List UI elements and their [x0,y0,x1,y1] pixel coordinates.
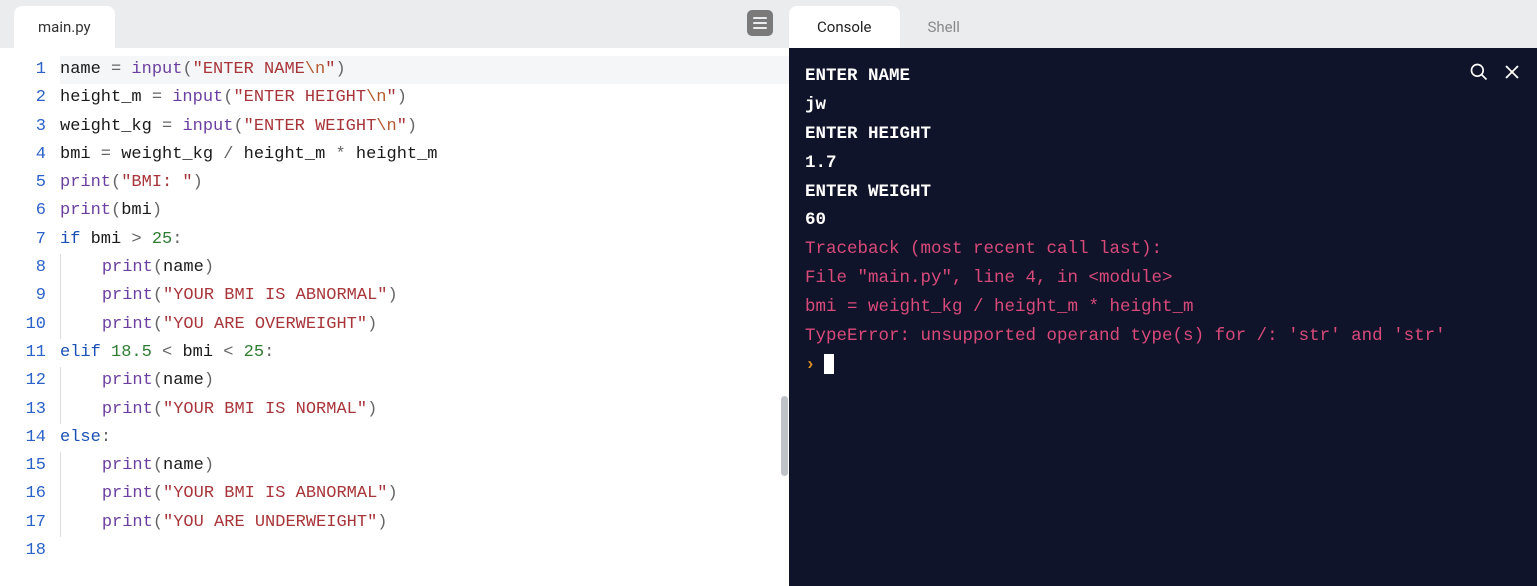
line-number: 9 [8,282,46,310]
line-number: 17 [8,509,46,537]
close-icon[interactable] [1503,63,1521,92]
console-line: jw [805,91,1521,120]
tab-console[interactable]: Console [789,6,900,48]
code-line[interactable]: elif 18.5 < bmi < 25: [60,339,789,367]
code-line[interactable]: print("YOUR BMI IS NORMAL") [60,396,789,424]
code-editor[interactable]: 123456789101112131415161718 name = input… [0,48,789,586]
code-line[interactable]: print(name) [60,367,789,395]
scrollbar-thumb[interactable] [781,396,788,476]
cursor [824,354,834,374]
line-number: 12 [8,367,46,395]
code-line[interactable]: else: [60,424,789,452]
line-number: 11 [8,339,46,367]
line-number: 14 [8,424,46,452]
console-line: 1.7 [805,149,1521,178]
console-prompt[interactable]: › [805,351,1521,380]
code-content[interactable]: name = input("ENTER NAME\n")height_m = i… [60,48,789,586]
line-number: 3 [8,113,46,141]
file-tab-main[interactable]: main.py [14,6,115,48]
line-number: 18 [8,537,46,565]
search-icon[interactable] [1469,62,1489,93]
line-number: 2 [8,84,46,112]
editor-panel: main.py 123456789101112131415161718 name… [0,0,789,586]
code-line[interactable]: if bmi > 25: [60,226,789,254]
menu-icon[interactable] [747,10,773,36]
code-line[interactable]: print("BMI: ") [60,169,789,197]
console-line: File "main.py", line 4, in <module> [805,264,1521,293]
output-panel: Console Shell ENTER NAMEjwENTER HEIGHT1.… [789,0,1537,586]
line-number: 7 [8,226,46,254]
line-gutter: 123456789101112131415161718 [0,48,60,586]
editor-scrollbar[interactable] [779,96,789,586]
code-line[interactable] [60,537,789,565]
console-output[interactable]: ENTER NAMEjwENTER HEIGHT1.7ENTER WEIGHT6… [789,48,1537,586]
output-tab-bar: Console Shell [789,0,1537,48]
line-number: 16 [8,480,46,508]
line-number: 10 [8,311,46,339]
line-number: 15 [8,452,46,480]
console-lines: ENTER NAMEjwENTER HEIGHT1.7ENTER WEIGHT6… [805,62,1521,351]
line-number: 8 [8,254,46,282]
prompt-symbol: › [805,355,816,375]
line-number: 1 [8,56,46,84]
code-line[interactable]: print("YOUR BMI IS ABNORMAL") [60,282,789,310]
console-tools [1469,62,1521,93]
code-line[interactable]: print("YOU ARE UNDERWEIGHT") [60,509,789,537]
code-line[interactable]: bmi = weight_kg / height_m * height_m [60,141,789,169]
line-number: 13 [8,396,46,424]
line-number: 5 [8,169,46,197]
line-number: 4 [8,141,46,169]
code-line[interactable]: weight_kg = input("ENTER WEIGHT\n") [60,113,789,141]
code-line[interactable]: print("YOUR BMI IS ABNORMAL") [60,480,789,508]
console-line: bmi = weight_kg / height_m * height_m [805,293,1521,322]
console-line: 60 [805,206,1521,235]
console-line: ENTER HEIGHT [805,120,1521,149]
console-line: ENTER WEIGHT [805,178,1521,207]
code-line[interactable]: name = input("ENTER NAME\n") [60,56,789,84]
console-line: Traceback (most recent call last): [805,235,1521,264]
line-number: 6 [8,197,46,225]
code-line[interactable]: print(bmi) [60,197,789,225]
tab-shell[interactable]: Shell [900,6,988,48]
code-line[interactable]: print("YOU ARE OVERWEIGHT") [60,311,789,339]
code-line[interactable]: print(name) [60,254,789,282]
code-line[interactable]: height_m = input("ENTER HEIGHT\n") [60,84,789,112]
code-line[interactable]: print(name) [60,452,789,480]
console-line: ENTER NAME [805,62,1521,91]
console-line: TypeError: unsupported operand type(s) f… [805,322,1521,351]
editor-tab-bar: main.py [0,0,789,48]
